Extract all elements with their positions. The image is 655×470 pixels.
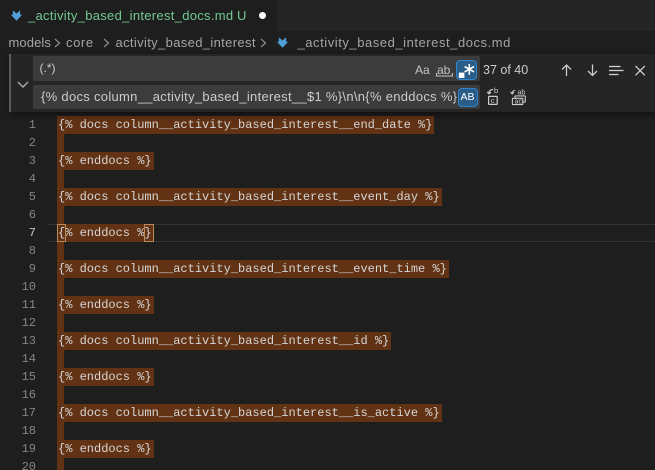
svg-text:ab: ab (518, 90, 526, 97)
svg-text:c: c (491, 96, 495, 105)
svg-text:ac: ac (515, 99, 523, 106)
svg-text:b: b (494, 86, 498, 95)
